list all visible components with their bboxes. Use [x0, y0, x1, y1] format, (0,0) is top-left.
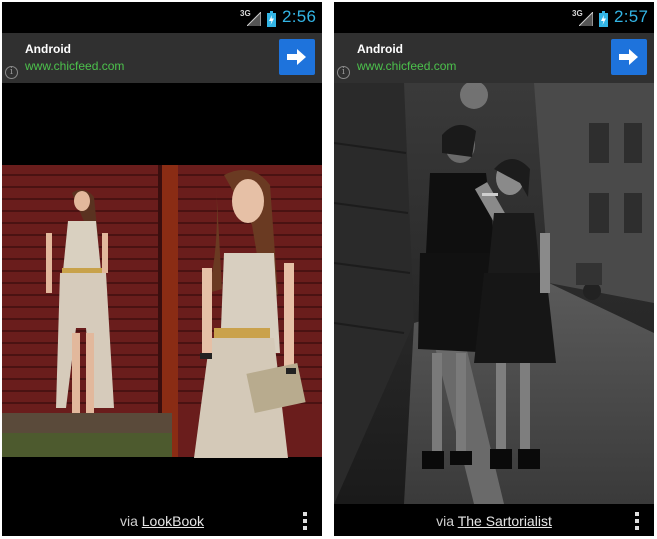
fashion-photo[interactable]: [2, 83, 322, 504]
arrow-right-icon: [619, 49, 638, 65]
signal-icon: [247, 12, 261, 26]
fashion-photo[interactable]: [334, 83, 654, 504]
arrow-right-icon: [287, 49, 306, 65]
ad-url[interactable]: www.chicfeed.com: [357, 59, 456, 73]
battery-charging-icon: [599, 11, 608, 27]
via-label: via: [119, 513, 138, 529]
ad-banner[interactable]: Android www.chicfeed.com i: [334, 33, 654, 83]
status-bar: 3G 2:57: [334, 2, 654, 33]
source-link[interactable]: The Sartorialist: [458, 513, 552, 529]
ad-url[interactable]: www.chicfeed.com: [25, 59, 124, 73]
ad-title: Android: [357, 42, 403, 56]
status-time: 2:57: [614, 7, 649, 26]
via-label: via: [436, 513, 455, 529]
source-link[interactable]: LookBook: [142, 513, 204, 529]
source-credit: via The Sartorialist: [334, 513, 654, 529]
photo-image: [334, 83, 654, 504]
ad-title: Android: [25, 42, 71, 56]
phone-screen-left: 3G 2:56 Android www.chicfeed.com i via L…: [2, 2, 322, 536]
signal-icon: [579, 12, 593, 26]
footer-bar: via LookBook: [2, 504, 322, 536]
phone-screen-right: 3G 2:57 Android www.chicfeed.com i via T…: [334, 2, 654, 536]
overflow-menu-icon[interactable]: [634, 512, 640, 530]
status-time: 2:56: [282, 7, 317, 26]
ad-info-icon[interactable]: i: [5, 66, 18, 79]
overflow-menu-icon[interactable]: [302, 512, 308, 530]
ad-open-button[interactable]: [611, 39, 647, 75]
footer-bar: via The Sartorialist: [334, 504, 654, 536]
battery-charging-icon: [267, 11, 276, 27]
status-bar: 3G 2:56: [2, 2, 322, 33]
source-credit: via LookBook: [2, 513, 322, 529]
photo-image: [2, 83, 322, 504]
ad-open-button[interactable]: [279, 39, 315, 75]
ad-banner[interactable]: Android www.chicfeed.com i: [2, 33, 322, 83]
ad-info-icon[interactable]: i: [337, 66, 350, 79]
